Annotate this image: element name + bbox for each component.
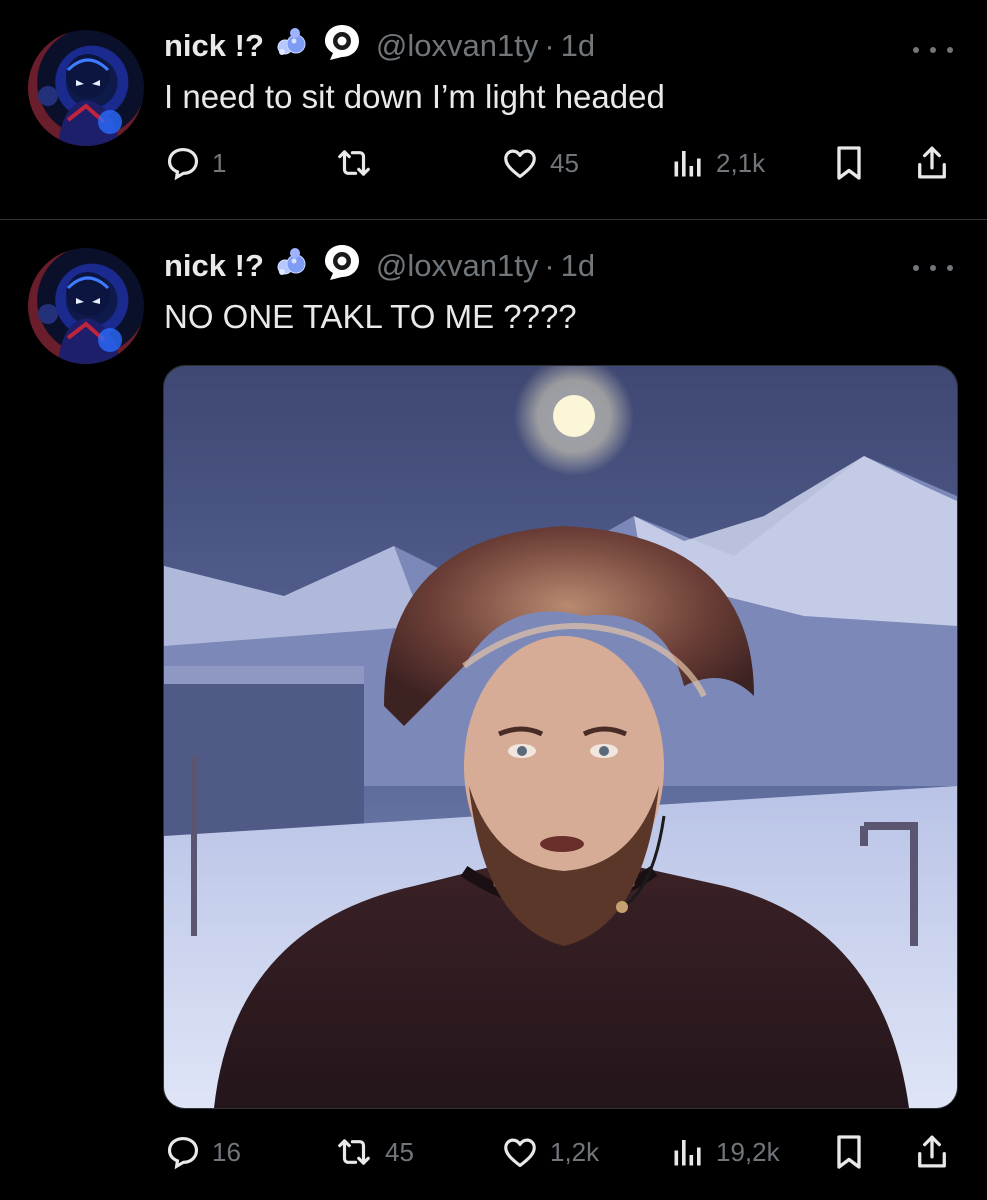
- share-icon: [914, 1132, 950, 1172]
- bookmark-button[interactable]: [832, 1127, 866, 1177]
- like-count: 45: [550, 147, 579, 178]
- tweet[interactable]: nick !? @loxvan1ty · 1d I need to sit do: [0, 0, 987, 219]
- share-button[interactable]: [914, 1127, 950, 1177]
- tweet-actions: 1 45 2,1k: [0, 138, 987, 188]
- reply-icon: [164, 144, 202, 182]
- eye-icon: [322, 242, 362, 290]
- avatar-spider-hero-image: [38, 272, 122, 364]
- separator-dot: ·: [544, 28, 555, 63]
- dot-icon: [930, 47, 936, 53]
- view-count: 19,2k: [716, 1136, 780, 1167]
- dot-icon: [913, 47, 919, 53]
- views-button[interactable]: 19,2k: [670, 1127, 780, 1177]
- bookmark-icon: [832, 143, 866, 183]
- like-button[interactable]: 45: [500, 138, 579, 188]
- share-icon: [914, 143, 950, 183]
- reply-icon: [164, 1133, 202, 1171]
- more-options-button[interactable]: [913, 258, 953, 278]
- reply-count: 16: [212, 1136, 241, 1167]
- author-handle[interactable]: @loxvan1ty: [376, 28, 538, 64]
- bubbles-icon: [274, 25, 308, 67]
- reply-count: 1: [212, 147, 227, 178]
- repost-button[interactable]: 45: [333, 1127, 414, 1177]
- tweet-text: NO ONE TAKL TO ME ????: [164, 298, 577, 335]
- repost-icon: [333, 1133, 375, 1171]
- analytics-icon: [670, 144, 706, 182]
- views-button[interactable]: 2,1k: [670, 138, 765, 188]
- heart-icon: [500, 144, 540, 182]
- separator-dot: ·: [544, 248, 555, 283]
- tweet-photo[interactable]: [163, 365, 958, 1109]
- dot-icon: [930, 265, 936, 271]
- more-options-button[interactable]: [913, 40, 953, 60]
- like-count: 1,2k: [550, 1136, 600, 1167]
- tweet[interactable]: nick !? @loxvan1ty · 1d NO ONE TAKL TO M: [0, 220, 987, 1200]
- heart-icon: [500, 1133, 540, 1171]
- analytics-icon: [670, 1133, 706, 1171]
- dot-icon: [947, 47, 953, 53]
- avatar[interactable]: [28, 30, 144, 146]
- avatar[interactable]: [28, 248, 144, 364]
- author-handle[interactable]: @loxvan1ty: [376, 248, 538, 284]
- tweet-header: nick !? @loxvan1ty · 1d: [164, 25, 595, 67]
- tweet-text: I need to sit down I’m light headed: [164, 78, 665, 115]
- dot-icon: [947, 265, 953, 271]
- reply-button[interactable]: 16: [164, 1127, 241, 1177]
- author-name[interactable]: nick !?: [164, 248, 264, 284]
- eye-icon: [322, 22, 362, 70]
- tweet-actions: 16 45 1,2k 19,2k: [0, 1127, 987, 1177]
- avatar-spider-hero-image: [38, 54, 122, 146]
- reply-button[interactable]: 1: [164, 138, 226, 188]
- like-button[interactable]: 1,2k: [500, 1127, 599, 1177]
- tweet-header: nick !? @loxvan1ty · 1d: [164, 245, 595, 287]
- dot-icon: [913, 265, 919, 271]
- author-name[interactable]: nick !?: [164, 28, 264, 64]
- share-button[interactable]: [914, 138, 950, 188]
- bubbles-icon: [274, 245, 308, 287]
- bookmark-icon: [832, 1132, 866, 1172]
- view-count: 2,1k: [716, 147, 766, 178]
- photo-man-snowy-mountain-backdrop: [164, 366, 957, 1108]
- timestamp[interactable]: 1d: [561, 28, 595, 64]
- repost-count: 45: [385, 1136, 414, 1167]
- repost-icon: [333, 144, 375, 182]
- timestamp[interactable]: 1d: [561, 248, 595, 284]
- bookmark-button[interactable]: [832, 138, 866, 188]
- repost-button[interactable]: [333, 138, 385, 188]
